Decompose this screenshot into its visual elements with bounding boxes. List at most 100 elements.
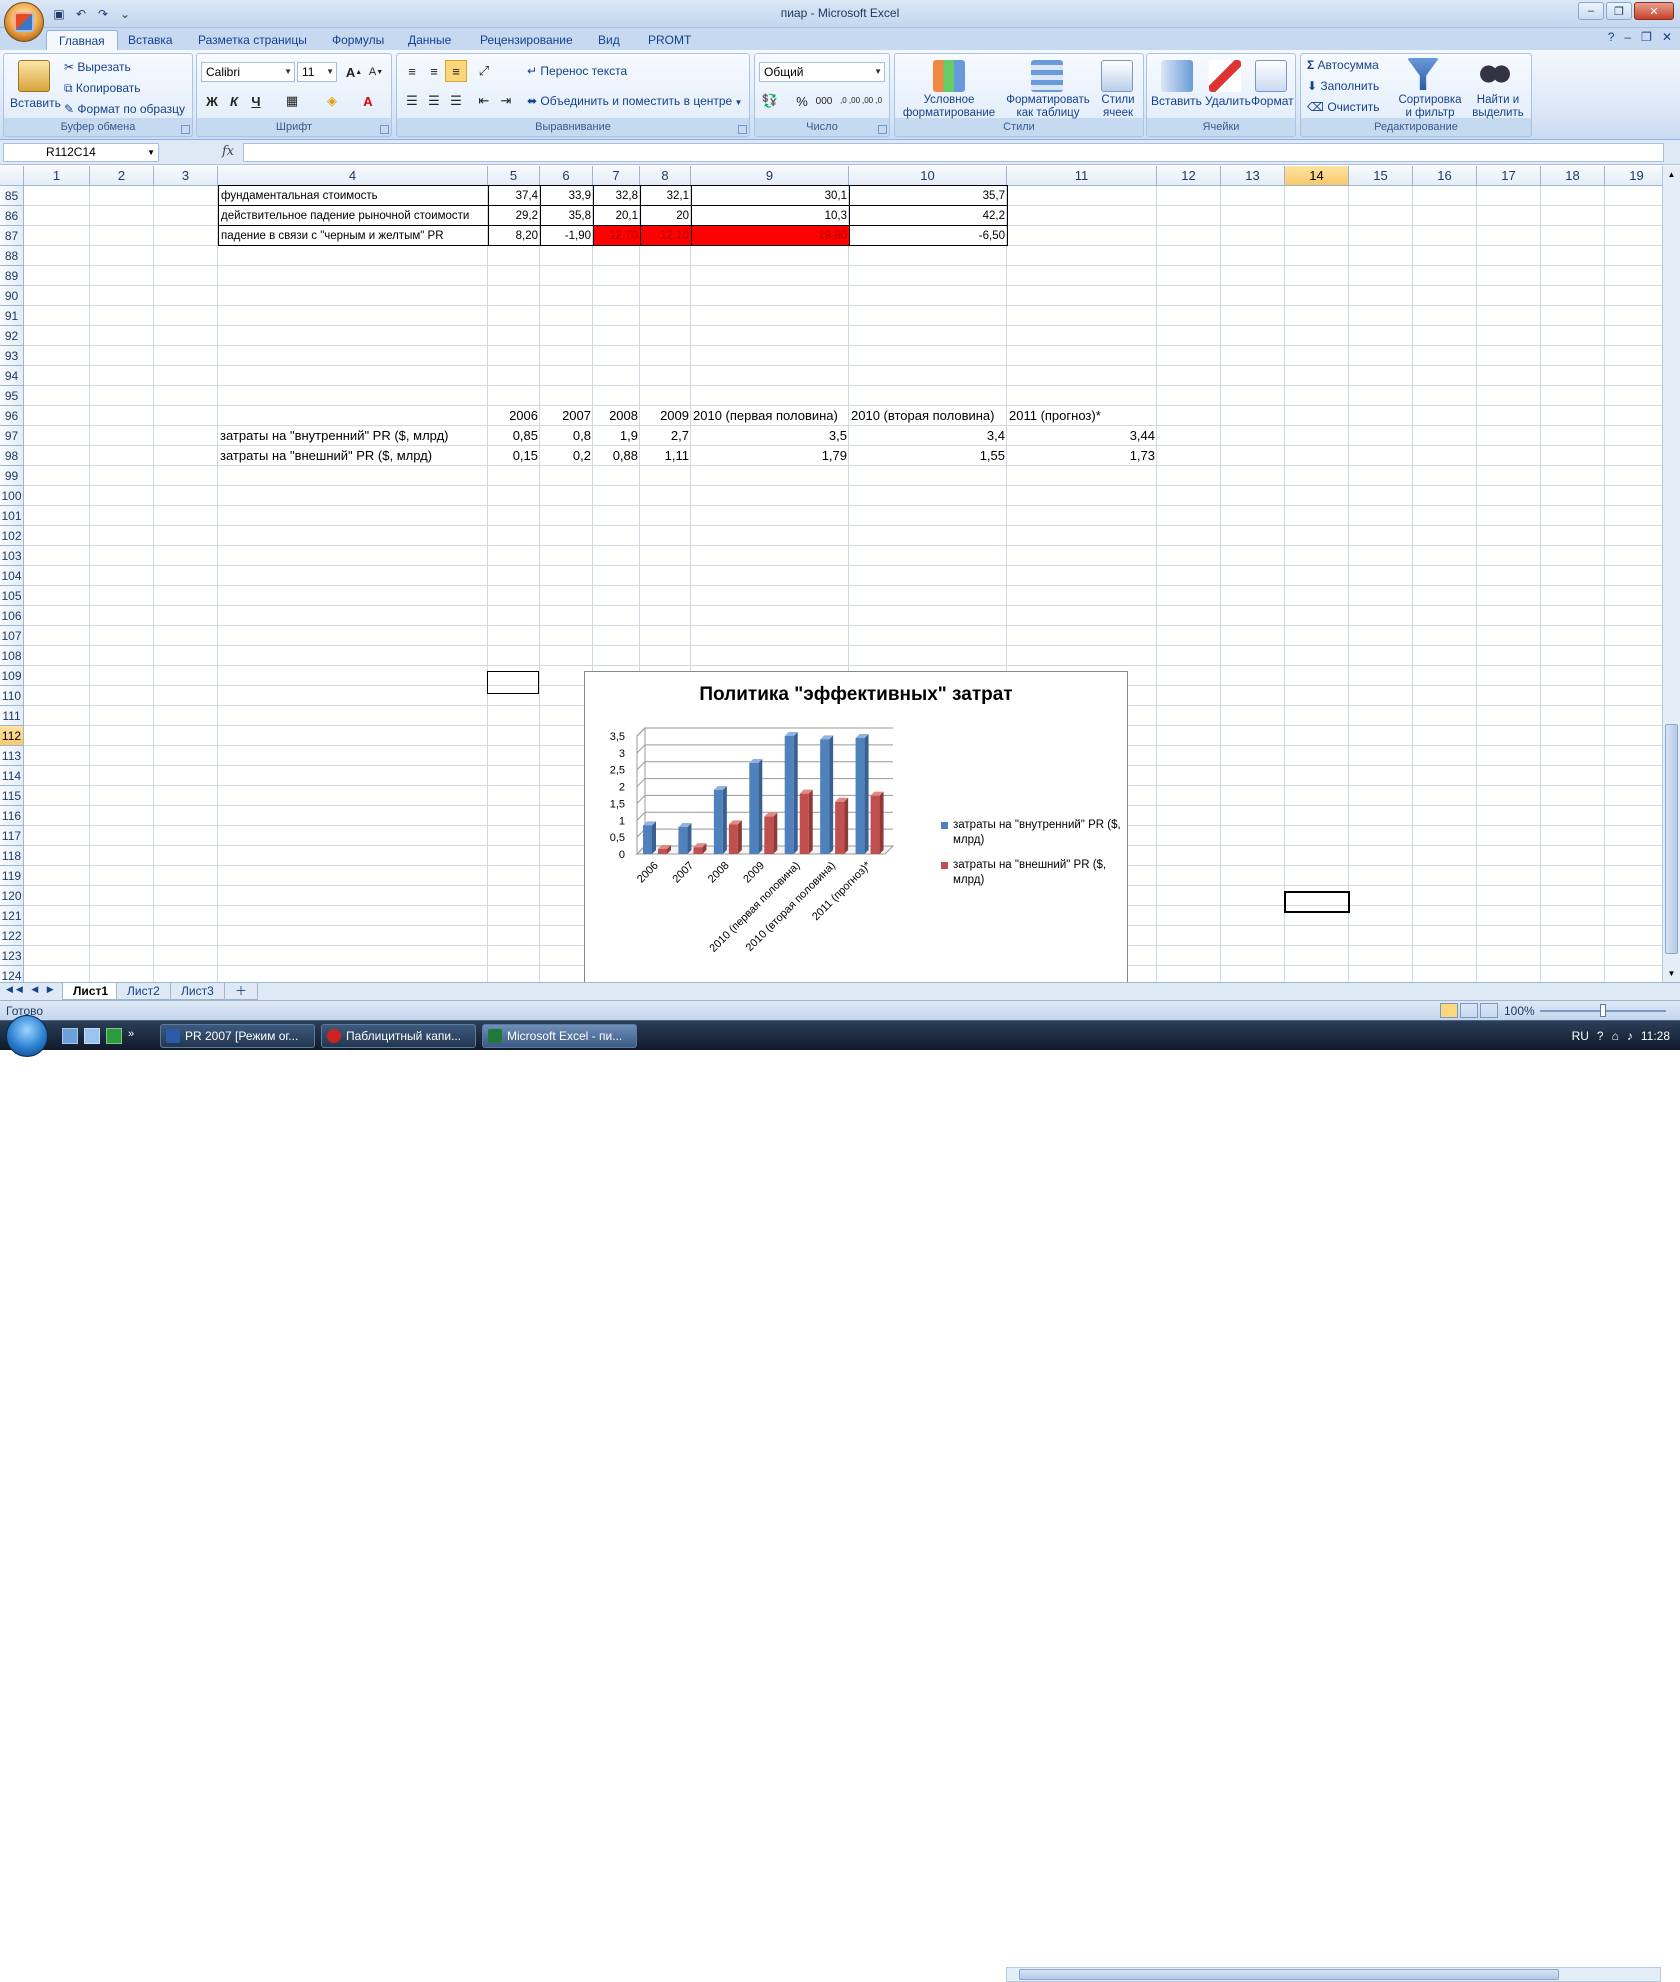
cut-button[interactable]: Вырезать — [77, 60, 130, 74]
tab-review[interactable]: Рецензирование — [468, 30, 585, 50]
row-header[interactable]: 123 — [0, 946, 24, 966]
cell-styles-button[interactable]: Стили ячеек — [1095, 94, 1141, 120]
app-launcher-icon[interactable] — [106, 1028, 122, 1044]
table2-value-cell[interactable]: 1,9 — [593, 426, 640, 446]
row-header[interactable]: 98 — [0, 446, 24, 466]
cell-outline[interactable] — [487, 671, 539, 694]
column-header[interactable]: 4 — [218, 166, 488, 186]
table1-value-cell[interactable]: -1,90 — [540, 225, 594, 246]
underline-button[interactable]: Ч — [245, 90, 267, 112]
fill-color-icon[interactable]: ◈ — [321, 90, 343, 112]
chart-bar[interactable] — [835, 797, 849, 854]
row-header[interactable]: 111 — [0, 706, 24, 726]
decrease-decimal-button[interactable]: ,00 ,0 — [861, 90, 883, 112]
font-name-combo[interactable]: Calibri ▼ — [201, 62, 295, 82]
sort-filter-button[interactable]: Сортировка и фильтр — [1395, 94, 1465, 120]
merge-center-button[interactable]: Объединить и поместить в центре — [540, 94, 732, 108]
table2-header-cell[interactable]: 2006 — [488, 406, 540, 426]
tab-insert[interactable]: Вставка — [116, 30, 185, 50]
column-header[interactable]: 2 — [90, 166, 154, 186]
name-box[interactable]: R112C14 ▼ — [3, 143, 159, 162]
tab-view[interactable]: Вид — [586, 30, 632, 50]
increase-indent-icon[interactable]: ⇥ — [495, 90, 517, 112]
close-button[interactable]: ✕ — [1634, 2, 1674, 20]
row-header[interactable]: 102 — [0, 526, 24, 546]
formula-input[interactable] — [243, 143, 1664, 162]
scroll-up-icon[interactable]: ▲ — [1663, 166, 1680, 183]
row-header[interactable]: 109 — [0, 666, 24, 686]
row-header[interactable]: 92 — [0, 326, 24, 346]
ribbon-close-icon[interactable]: ✕ — [1662, 30, 1672, 44]
column-header[interactable]: 9 — [691, 166, 849, 186]
row-header[interactable]: 112 — [0, 726, 24, 746]
column-header[interactable]: 8 — [640, 166, 691, 186]
ribbon-restore-icon[interactable]: ❐ — [1641, 30, 1652, 44]
table1-label-cell[interactable]: падение в связи с "черным и желтым" PR — [218, 225, 489, 246]
zoom-slider-thumb[interactable] — [1600, 1004, 1606, 1017]
chart-bar[interactable] — [749, 758, 763, 854]
column-header[interactable]: 3 — [154, 166, 218, 186]
taskbar-item-excel[interactable]: Microsoft Excel - пи... — [482, 1024, 637, 1048]
table1-value-cell[interactable]: 42,2 — [849, 205, 1008, 226]
row-header[interactable]: 104 — [0, 566, 24, 586]
sheet-tab-2[interactable]: Лист2 — [116, 983, 171, 1000]
row-header[interactable]: 122 — [0, 926, 24, 946]
format-as-table-button[interactable]: Форматировать как таблицу — [1001, 94, 1095, 120]
autosum-button[interactable]: Автосумма — [1318, 58, 1379, 72]
row-header[interactable]: 85 — [0, 186, 24, 206]
chart-bar[interactable] — [855, 734, 869, 854]
row-header[interactable]: 118 — [0, 846, 24, 866]
row-header[interactable]: 94 — [0, 366, 24, 386]
table1-value-cell[interactable]: 35,7 — [849, 185, 1008, 206]
row-header[interactable]: 110 — [0, 686, 24, 706]
row-header[interactable]: 91 — [0, 306, 24, 326]
chart-bar[interactable] — [713, 785, 727, 854]
delete-cells-button[interactable]: Удалить — [1205, 94, 1251, 108]
find-select-button[interactable]: Найти и выделить — [1467, 94, 1529, 120]
table2-header-cell[interactable]: 2011 (прогноз)* — [1007, 406, 1157, 426]
row-header[interactable]: 97 — [0, 426, 24, 446]
table2-value-cell[interactable]: 1,73 — [1007, 446, 1157, 466]
paste-icon[interactable] — [18, 60, 50, 92]
column-header[interactable]: 5 — [488, 166, 540, 186]
sheet-tab-1[interactable]: Лист1 — [62, 983, 120, 1000]
ribbon-minimize-icon[interactable]: – — [1624, 30, 1631, 44]
chart-bar[interactable] — [820, 735, 834, 854]
row-header[interactable]: 113 — [0, 746, 24, 766]
row-header[interactable]: 95 — [0, 386, 24, 406]
normal-view-icon[interactable] — [1440, 1003, 1458, 1018]
table2-value-cell[interactable]: 3,5 — [691, 426, 849, 446]
table1-value-cell[interactable]: -6,50 — [849, 225, 1008, 246]
table2-value-cell[interactable]: 3,44 — [1007, 426, 1157, 446]
column-header[interactable]: 13 — [1221, 166, 1285, 186]
page-break-view-icon[interactable] — [1480, 1003, 1498, 1018]
row-header[interactable]: 105 — [0, 586, 24, 606]
chart-bar[interactable] — [784, 732, 798, 854]
table1-value-cell[interactable]: 37,4 — [488, 185, 541, 206]
column-header[interactable]: 15 — [1349, 166, 1413, 186]
table2-header-cell[interactable]: 2010 (первая половина) — [691, 406, 849, 426]
table2-label-cell[interactable]: затраты на "внешний" PR ($, млрд) — [218, 446, 488, 466]
page-layout-view-icon[interactable] — [1460, 1003, 1478, 1018]
fill-button[interactable]: Заполнить — [1320, 79, 1379, 93]
increase-decimal-button[interactable]: ,0 ,00 — [839, 90, 861, 112]
align-middle-icon[interactable]: ≡ — [423, 60, 445, 82]
zoom-level[interactable]: 100% — [1504, 1004, 1535, 1018]
row-header[interactable]: 116 — [0, 806, 24, 826]
column-header[interactable]: 16 — [1413, 166, 1477, 186]
row-header[interactable]: 87 — [0, 226, 24, 246]
number-format-combo[interactable]: Общий ▼ — [759, 62, 885, 82]
row-header[interactable]: 119 — [0, 866, 24, 886]
scroll-down-icon[interactable]: ▼ — [1663, 965, 1680, 982]
office-button[interactable] — [4, 2, 44, 42]
table2-header-cell[interactable]: 2007 — [540, 406, 593, 426]
row-header[interactable]: 86 — [0, 206, 24, 226]
new-sheet-icon[interactable]: ＋ — [224, 983, 259, 1000]
align-left-icon[interactable]: ☰ — [401, 90, 423, 112]
column-header[interactable]: 14 — [1285, 166, 1349, 186]
borders-icon[interactable]: ▦ — [281, 90, 303, 112]
bold-button[interactable]: Ж — [201, 90, 223, 112]
row-header[interactable]: 120 — [0, 886, 24, 906]
scroll-thumb[interactable] — [1019, 1969, 1559, 1980]
chart-bar[interactable] — [678, 823, 692, 854]
